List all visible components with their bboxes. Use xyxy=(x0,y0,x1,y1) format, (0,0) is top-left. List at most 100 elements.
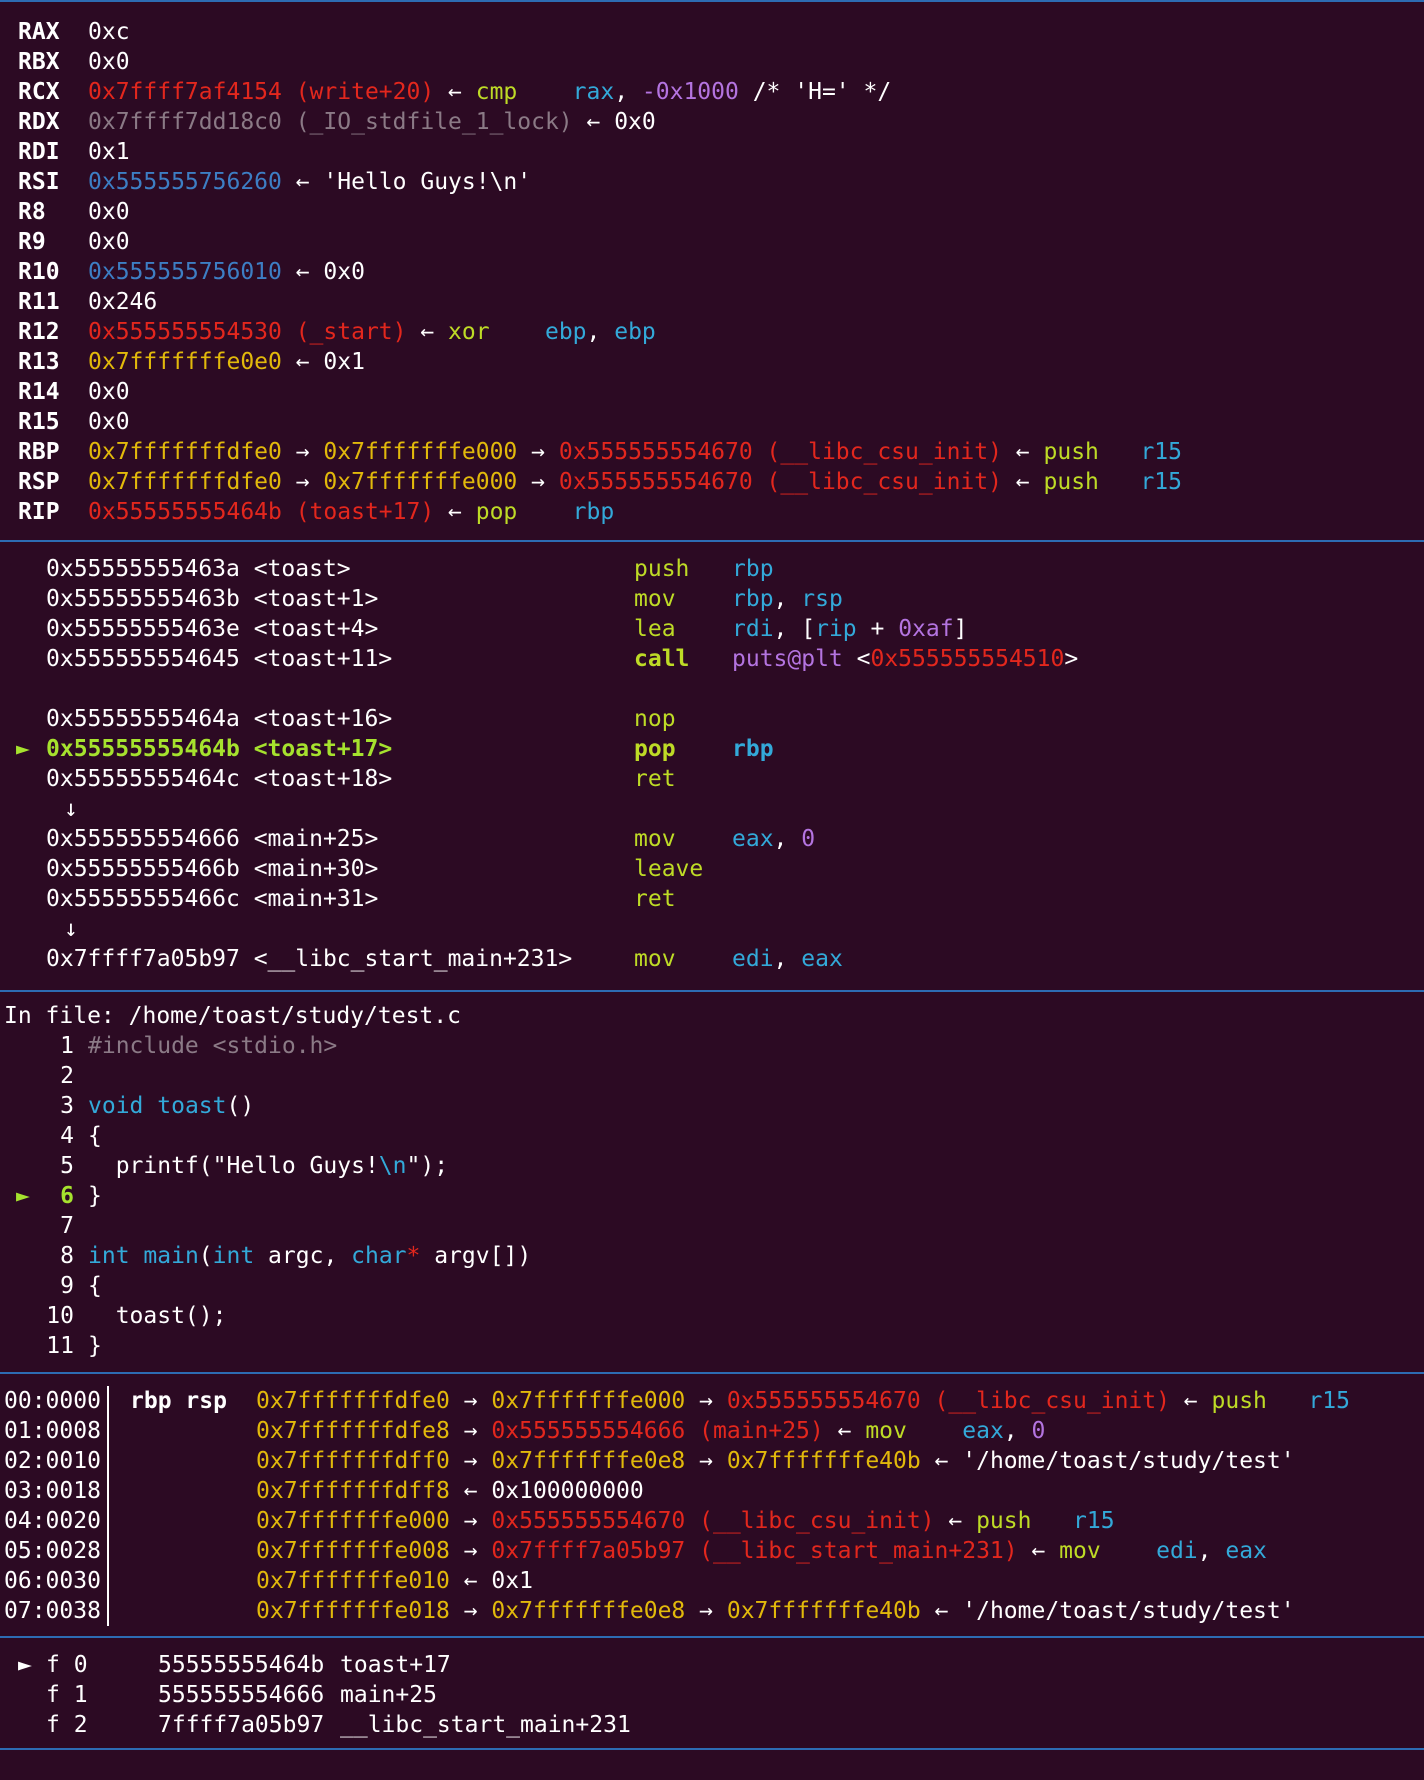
source-line-number: 5 xyxy=(60,1153,74,1179)
register-name: RSP xyxy=(18,469,60,495)
register-value: 0x555555554530 (_start) xyxy=(88,319,407,345)
source-token: { xyxy=(88,1123,102,1149)
disasm-mnemonic: nop xyxy=(634,706,676,732)
register-row: R11 0x246 xyxy=(18,287,157,317)
register-value: 0x0 xyxy=(88,199,130,225)
stack-pane: 00:0000 rbp rsp 0x7fffffffdfe0 → 0x7ffffff… xyxy=(0,1374,1424,1636)
disasm-operand: , xyxy=(773,946,802,972)
source-token: printf("Hello Guys! xyxy=(88,1153,379,1179)
stack-value: 0x7fffffffdfe8 → 0x555555554666 (main+25… xyxy=(256,1416,1045,1446)
disasm-address: 0x55555555463e <toast+4> xyxy=(46,616,379,642)
disasm-row: 0x555555554645 <toast+11> call puts@plt <0… xyxy=(0,644,1424,674)
register-row: RDX 0x7ffff7dd18c0 (_IO_stdfile_1_lock) ←… xyxy=(18,107,656,137)
stack-token: ← xyxy=(920,1448,963,1474)
stack-token: push xyxy=(976,1508,1074,1534)
register-row: R12 0x555555554530 (_start) ← xor ebp, eb… xyxy=(18,317,656,347)
register-value: 0x7ffff7af4154 (write+20) xyxy=(88,79,435,105)
disasm-mnemonic: ret xyxy=(634,766,676,792)
stack-token: → xyxy=(449,1448,492,1474)
source-line-number: 6 xyxy=(60,1183,74,1209)
register-row: RBP 0x7fffffffdfe0 → 0x7fffffffe000 → 0x5… xyxy=(18,437,1182,467)
register-row: RSP 0x7fffffffdfe0 → 0x7fffffffe000 → 0x5… xyxy=(18,467,1182,497)
stack-token: 0x7fffffffe008 xyxy=(256,1538,450,1564)
disasm-operand: rdi xyxy=(732,616,774,642)
register-value: ebp xyxy=(544,319,587,345)
source-token: * xyxy=(406,1243,421,1269)
stack-token: 0x100000000 xyxy=(491,1478,644,1504)
register-value: 0x7fffffffdfe0 xyxy=(88,469,282,495)
register-value: r15 xyxy=(1140,439,1182,465)
source-token: { xyxy=(88,1273,102,1299)
stack-token: ← xyxy=(449,1568,492,1594)
register-value: -0x1000 xyxy=(641,79,739,105)
register-name: RDX xyxy=(18,109,60,135)
disasm-row: 0x55555555466c <main+31> ret xyxy=(0,884,1424,914)
backtrace-frame[interactable]: f 2 7ffff7a05b97 __libc_start_main+231 xyxy=(0,1710,1424,1740)
stack-value: 0x7fffffffe018 → 0x7fffffffe0e8 → 0x7fff… xyxy=(256,1596,1295,1626)
source-line-number: 4 xyxy=(60,1123,74,1149)
frame-symbol: main+25 xyxy=(340,1682,437,1708)
register-row: R13 0x7fffffffe0e0 ← 0x1 xyxy=(18,347,365,377)
stack-token: → xyxy=(449,1388,492,1414)
register-value: 0xc xyxy=(88,19,130,45)
register-value: pop xyxy=(475,499,573,525)
register-value: , xyxy=(614,79,642,105)
register-value: → xyxy=(517,439,559,465)
source-code: } xyxy=(88,1181,102,1211)
source-line: 10 toast(); xyxy=(0,1301,1424,1331)
disasm-address: 0x55555555464a <toast+16> xyxy=(46,706,393,732)
disasm-operand: , [ xyxy=(773,616,816,642)
source-pane: In file: /home/toast/study/test.c 1 #inclu… xyxy=(0,992,1424,1372)
frame-number: f 2 xyxy=(46,1712,88,1738)
stack-value: 0x7fffffffdff0 → 0x7fffffffe0e8 → 0x7fff… xyxy=(256,1446,1295,1476)
stack-token: eax xyxy=(1225,1538,1267,1564)
register-row: R14 0x0 xyxy=(18,377,130,407)
register-value: 0x0 xyxy=(88,229,130,255)
register-name: R12 xyxy=(18,319,60,345)
register-value: 0x555555554670 (__libc_csu_init) xyxy=(558,439,1002,465)
register-value: ← xyxy=(434,499,476,525)
backtrace-frame[interactable]: f 1 555555554666 main+25 xyxy=(0,1680,1424,1710)
stack-token: , xyxy=(1197,1538,1226,1564)
stack-token: 0x7ffff7a05b97 (__libc_start_main+231) xyxy=(491,1538,1018,1564)
stack-token: 0x7fffffffe40b xyxy=(726,1448,921,1474)
register-value: push xyxy=(1043,469,1141,495)
register-value: 0x7fffffffe000 xyxy=(323,439,518,465)
source-line: 2 xyxy=(0,1061,1424,1091)
source-line-number: 10 xyxy=(46,1303,74,1329)
disasm-operands: rbp xyxy=(732,554,774,584)
register-value: xor xyxy=(448,319,545,345)
stack-token: 0x7fffffffe40b xyxy=(726,1598,921,1624)
bottom-separator xyxy=(0,1748,1424,1750)
source-token xyxy=(130,1243,144,1269)
register-value: 0x1 xyxy=(323,349,365,375)
register-value: 0x0 xyxy=(614,109,656,135)
stack-token: ← xyxy=(1017,1538,1060,1564)
disassembly-pane: 0x55555555463a <toast> push rbp 0x555555554… xyxy=(0,542,1424,990)
source-line: 3 void toast() xyxy=(0,1091,1424,1121)
stack-offset: 04:0020 xyxy=(4,1508,101,1534)
disasm-address: 0x55555555466b <main+30> xyxy=(46,856,379,882)
stack-token: 0x555555554666 (main+25) xyxy=(491,1418,824,1444)
frame-symbol: __libc_start_main+231 xyxy=(340,1712,631,1738)
register-value: → xyxy=(517,469,559,495)
source-token: int xyxy=(212,1243,255,1269)
disasm-operand: rbp xyxy=(732,736,774,762)
register-value: push xyxy=(1043,439,1141,465)
disasm-address: 0x55555555464b <toast+17> xyxy=(46,736,393,762)
register-value: 0x0 xyxy=(323,259,365,285)
backtrace-frame[interactable]: ► f 0 55555555464b toast+17 xyxy=(0,1650,1424,1680)
disasm-operand: eax xyxy=(732,826,774,852)
source-code: } xyxy=(88,1331,102,1361)
flow-arrow-icon: ↓ xyxy=(64,916,78,942)
stack-row: 07:0038 0x7fffffffe018 → 0x7fffffffe0e8 →… xyxy=(0,1596,1424,1626)
register-value: 0x555555756260 xyxy=(88,169,282,195)
disasm-operand: rbp xyxy=(732,586,774,612)
disasm-row: 0x55555555464a <toast+16> nop xyxy=(0,704,1424,734)
register-value: 0x1 xyxy=(88,139,130,165)
stack-token: ← xyxy=(934,1508,977,1534)
stack-row: 04:0020 0x7fffffffe000 → 0x555555554670 (… xyxy=(0,1506,1424,1536)
stack-token: 0x555555554670 (__libc_csu_init) xyxy=(726,1388,1170,1414)
stack-token: ← xyxy=(449,1478,492,1504)
register-value: ← xyxy=(406,319,449,345)
